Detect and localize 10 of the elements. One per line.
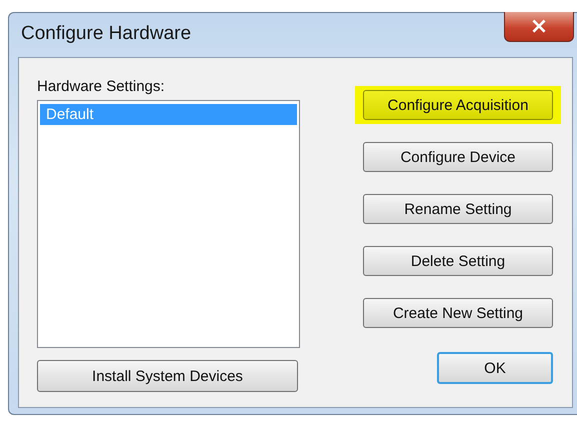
list-label: Hardware Settings:	[37, 78, 166, 97]
action-button[interactable]: Create New Setting	[363, 298, 553, 328]
action-button[interactable]: Configure Device	[363, 142, 553, 172]
window-title: Configure Hardware	[21, 23, 192, 45]
install-button[interactable]: Install System Devices	[37, 360, 298, 392]
action-button[interactable]: Configure Acquisition	[363, 90, 553, 120]
action-button[interactable]: Delete Setting	[363, 246, 553, 276]
close-button[interactable]: ×	[504, 12, 574, 42]
ok-button[interactable]: OK	[437, 352, 553, 384]
action-button[interactable]: Rename Setting	[363, 194, 553, 224]
